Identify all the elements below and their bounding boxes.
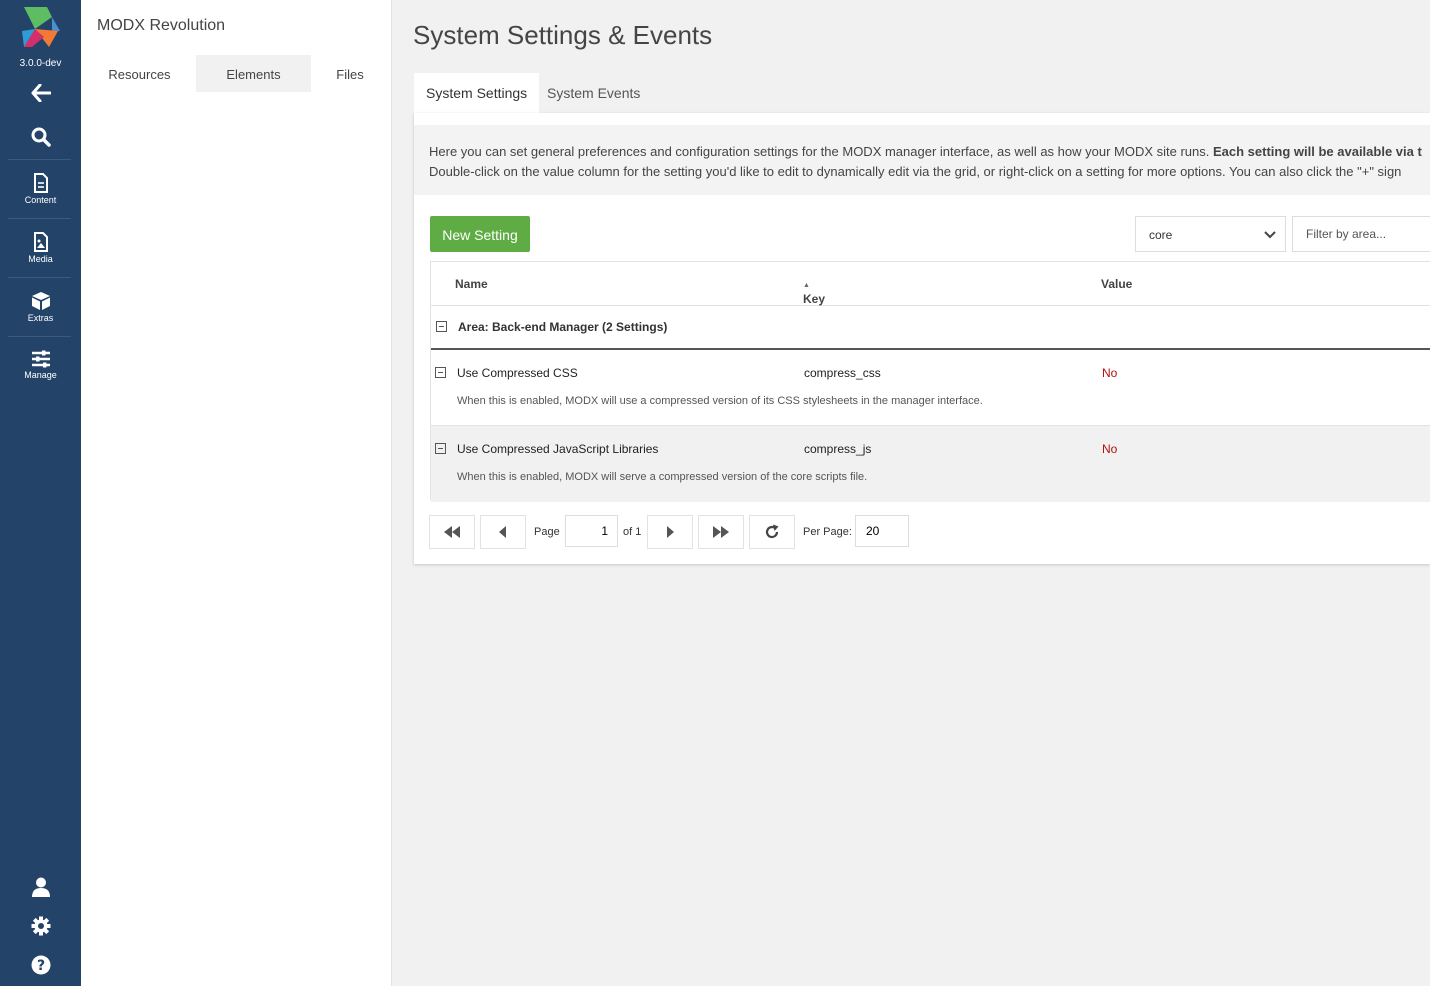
new-setting-button[interactable]: New Setting [430, 216, 530, 252]
setting-key: compress_css [804, 366, 881, 380]
tab-resources[interactable]: Resources [97, 55, 182, 92]
setting-description: When this is enabled, MODX will serve a … [457, 471, 868, 483]
description-bold-text: Each setting will be available via t [1213, 144, 1422, 159]
setting-name: Use Compressed CSS [457, 366, 578, 380]
description-line-1: Here you can set general preferences and… [429, 144, 1422, 159]
rail-divider [8, 336, 71, 337]
question-circle-icon: ? [31, 955, 50, 975]
tab-system-events[interactable]: System Events [535, 73, 652, 113]
arrow-left-icon [31, 84, 51, 102]
next-page-button[interactable] [647, 515, 693, 549]
table-row[interactable]: Use Compressed CSS compress_css No When … [431, 350, 1430, 426]
search-button[interactable] [8, 127, 73, 147]
settings-grid: Name Key ▲ Value Area: Back-end Manager … [430, 261, 1430, 502]
page-title: System Settings & Events [413, 20, 713, 50]
double-chevron-left-icon [444, 526, 460, 538]
settings-description: Here you can set general preferences and… [414, 125, 1430, 195]
per-page-input[interactable] [855, 515, 909, 547]
filter-area-input[interactable] [1292, 216, 1430, 252]
refresh-icon [765, 524, 779, 539]
setting-value[interactable]: No [1102, 366, 1117, 380]
setting-name: Use Compressed JavaScript Libraries [457, 442, 659, 456]
table-row[interactable]: Use Compressed JavaScript Libraries comp… [431, 425, 1430, 502]
resource-tree-panel: MODX Revolution Resources Elements Files [81, 0, 392, 986]
rail-divider [8, 218, 71, 219]
manage-label: Manage [24, 370, 57, 380]
page-number-input[interactable] [565, 515, 618, 547]
last-page-button[interactable] [698, 515, 744, 549]
setting-key: compress_js [804, 442, 872, 456]
chevron-down-icon [1264, 231, 1276, 239]
tab-files[interactable]: Files [329, 55, 371, 92]
search-icon [31, 127, 51, 147]
gear-icon [31, 916, 50, 936]
setting-value[interactable]: No [1102, 442, 1117, 456]
description-text: Here you can set general preferences and… [429, 144, 1213, 159]
chevron-left-icon [499, 526, 506, 538]
description-line-2: Double-click on the value column for the… [429, 164, 1402, 179]
previous-page-button[interactable] [480, 515, 526, 549]
extras-menu-button[interactable]: Extras [8, 291, 73, 323]
media-menu-button[interactable]: Media [8, 232, 73, 264]
refresh-button[interactable] [749, 515, 795, 549]
collapse-group-icon[interactable] [436, 321, 447, 332]
setting-description: When this is enabled, MODX will use a co… [457, 395, 983, 407]
group-label: Area: Back-end Manager (2 Settings) [458, 320, 668, 334]
document-icon [33, 173, 48, 193]
extras-label: Extras [27, 313, 54, 323]
column-key[interactable]: Key ▲ [803, 277, 825, 306]
svg-text:?: ? [36, 958, 44, 974]
main-content: System Settings & Events System Settings… [392, 0, 1430, 986]
settings-menu-button[interactable] [8, 916, 73, 936]
content-label: Content [24, 195, 57, 205]
grid-header: Name Key ▲ Value [431, 262, 1430, 306]
tab-elements[interactable]: Elements [196, 55, 311, 92]
user-icon [31, 877, 50, 897]
column-value[interactable]: Value [1101, 277, 1132, 291]
media-label: Media [28, 254, 53, 264]
rail-divider [8, 159, 71, 160]
collapse-row-icon[interactable] [435, 367, 446, 378]
first-page-button[interactable] [429, 515, 475, 549]
tab-system-settings[interactable]: System Settings [414, 73, 540, 113]
collapse-row-icon[interactable] [435, 443, 446, 454]
page-count-label: of 1 [623, 526, 642, 538]
sort-ascending-icon: ▲ [803, 282, 810, 289]
column-key-label: Key [803, 292, 826, 306]
per-page-label: Per Page: [803, 526, 852, 538]
content-menu-button[interactable]: Content [8, 173, 73, 205]
settings-panel: Here you can set general preferences and… [414, 113, 1430, 564]
namespace-value: core [1149, 228, 1173, 242]
namespace-select[interactable]: core [1135, 216, 1286, 252]
rail-divider [8, 277, 71, 278]
main-nav-rail: 3.0.0-dev Content Media Extras Manage ? [0, 0, 81, 986]
modx-logo[interactable] [22, 7, 60, 47]
page-label: Page [534, 526, 560, 538]
manage-menu-button[interactable]: Manage [8, 350, 73, 380]
chevron-right-icon [667, 526, 674, 538]
double-chevron-right-icon [713, 526, 729, 538]
box-icon [31, 292, 50, 310]
back-button[interactable] [8, 84, 73, 102]
group-header-row[interactable]: Area: Back-end Manager (2 Settings) [431, 305, 1430, 350]
user-menu-button[interactable] [8, 877, 73, 897]
help-button[interactable]: ? [8, 955, 73, 975]
version-label: 3.0.0-dev [19, 58, 62, 69]
sliders-icon [31, 350, 50, 368]
column-name[interactable]: Name [455, 277, 488, 291]
site-name: MODX Revolution [97, 17, 226, 34]
image-file-icon [33, 232, 48, 252]
